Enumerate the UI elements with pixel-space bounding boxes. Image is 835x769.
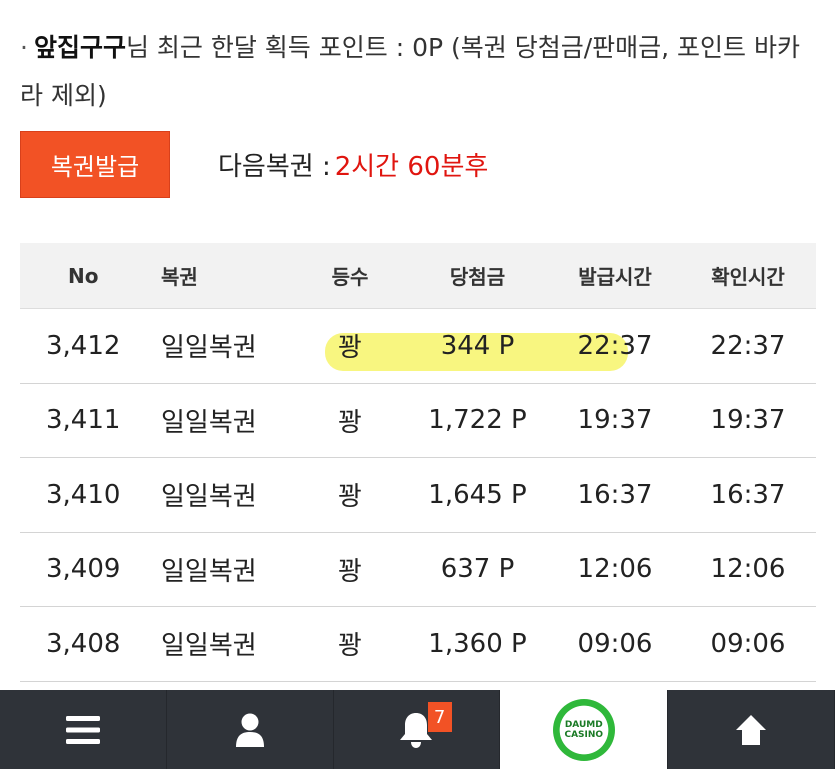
casino-logo-button[interactable]: DAUMD CASINO — [500, 690, 669, 769]
cell-prize: 637 P — [440, 554, 515, 585]
cell-lottery: 일일복권 — [161, 631, 257, 662]
cell-checked-time: 12:06 — [710, 554, 786, 585]
header-issued-time: 발급시간 — [578, 265, 652, 289]
cell-checked-time: 16:37 — [710, 479, 786, 510]
menu-button[interactable] — [0, 690, 167, 769]
table-row: 3,412 일일복권 꽝 344 P 22:37 22:37 — [20, 309, 816, 384]
header-no: No — [68, 263, 99, 288]
cell-rank: 꽝 — [338, 556, 362, 587]
issue-row: 복권발급 다음복권 : 2시간 60분후 — [20, 131, 488, 198]
cell-checked-time: 22:37 — [710, 330, 786, 361]
cell-checked-time: 09:06 — [710, 628, 786, 659]
info-bullet: · — [20, 33, 28, 62]
cell-issued-time: 22:37 — [577, 330, 653, 361]
profile-button[interactable] — [167, 690, 334, 769]
table-header: No 복권 등수 당첨금 발급시간 확인시간 — [20, 243, 816, 309]
cell-no: 3,410 — [46, 479, 121, 510]
user-icon — [235, 713, 264, 747]
cell-lottery: 일일복권 — [161, 407, 257, 438]
header-prize: 당첨금 — [449, 265, 506, 289]
cell-lottery: 일일복권 — [161, 482, 257, 513]
notifications-button[interactable]: 7 — [334, 690, 501, 769]
cell-issued-time: 19:37 — [577, 405, 653, 436]
cell-issued-time: 12:06 — [577, 554, 653, 585]
cell-lottery: 일일복권 — [161, 333, 257, 364]
table-row: 3,409 일일복권 꽝 637 P 12:06 12:06 — [20, 533, 816, 607]
logo-text-top: DAUMD — [564, 719, 603, 730]
cell-prize: 1,722 P — [428, 405, 527, 436]
username: 앞집구구 — [33, 33, 126, 62]
table-row: 3,410 일일복권 꽝 1,645 P 16:37 16:37 — [20, 458, 816, 533]
header-rank: 등수 — [331, 265, 369, 289]
cell-lottery: 일일복권 — [161, 556, 257, 587]
cell-no: 3,409 — [46, 554, 121, 585]
notification-count-badge: 7 — [427, 702, 452, 732]
cell-rank: 꽝 — [338, 407, 362, 438]
cell-rank: 꽝 — [338, 482, 362, 513]
next-lottery-countdown: 2시간 60분후 — [334, 152, 489, 182]
monthly-points-text: 님 최근 한달 획득 포인트 : 0P (복권 당첨금/판매금, 포인트 바카라… — [20, 33, 800, 110]
casino-logo: DAUMD CASINO — [552, 698, 615, 761]
next-lottery-label: 다음복권 : — [218, 152, 331, 182]
cell-checked-time: 19:37 — [710, 405, 786, 436]
lottery-history-table: No 복권 등수 당첨금 발급시간 확인시간 3,412 일일복권 꽝 344 … — [20, 243, 816, 682]
cell-prize: 344 P — [440, 330, 515, 361]
cell-prize: 1,645 P — [428, 479, 527, 510]
cell-no: 3,412 — [46, 330, 121, 361]
logo-text-bottom: CASINO — [564, 729, 604, 740]
cell-no: 3,408 — [46, 628, 121, 659]
header-lottery: 복권 — [161, 265, 198, 289]
menu-icon — [65, 715, 100, 744]
cell-rank: 꽝 — [338, 333, 362, 364]
issue-lottery-button[interactable]: 복권발급 — [20, 131, 170, 198]
monthly-points-info: · 앞집구구님 최근 한달 획득 포인트 : 0P (복권 당첨금/판매금, 포인… — [20, 24, 820, 120]
scroll-top-button[interactable] — [668, 690, 835, 769]
cell-prize: 1,360 P — [428, 628, 527, 659]
cell-no: 3,411 — [46, 405, 121, 436]
cell-issued-time: 16:37 — [577, 479, 653, 510]
cell-rank: 꽝 — [338, 631, 362, 662]
header-checked-time: 확인시간 — [711, 265, 785, 289]
cell-issued-time: 09:06 — [577, 628, 653, 659]
table-row: 3,411 일일복권 꽝 1,722 P 19:37 19:37 — [20, 384, 816, 458]
table-row: 3,408 일일복권 꽝 1,360 P 09:06 09:06 — [20, 607, 816, 682]
arrow-up-icon — [736, 714, 767, 745]
bottom-navigation: 7 DAUMD CASINO — [0, 690, 835, 769]
